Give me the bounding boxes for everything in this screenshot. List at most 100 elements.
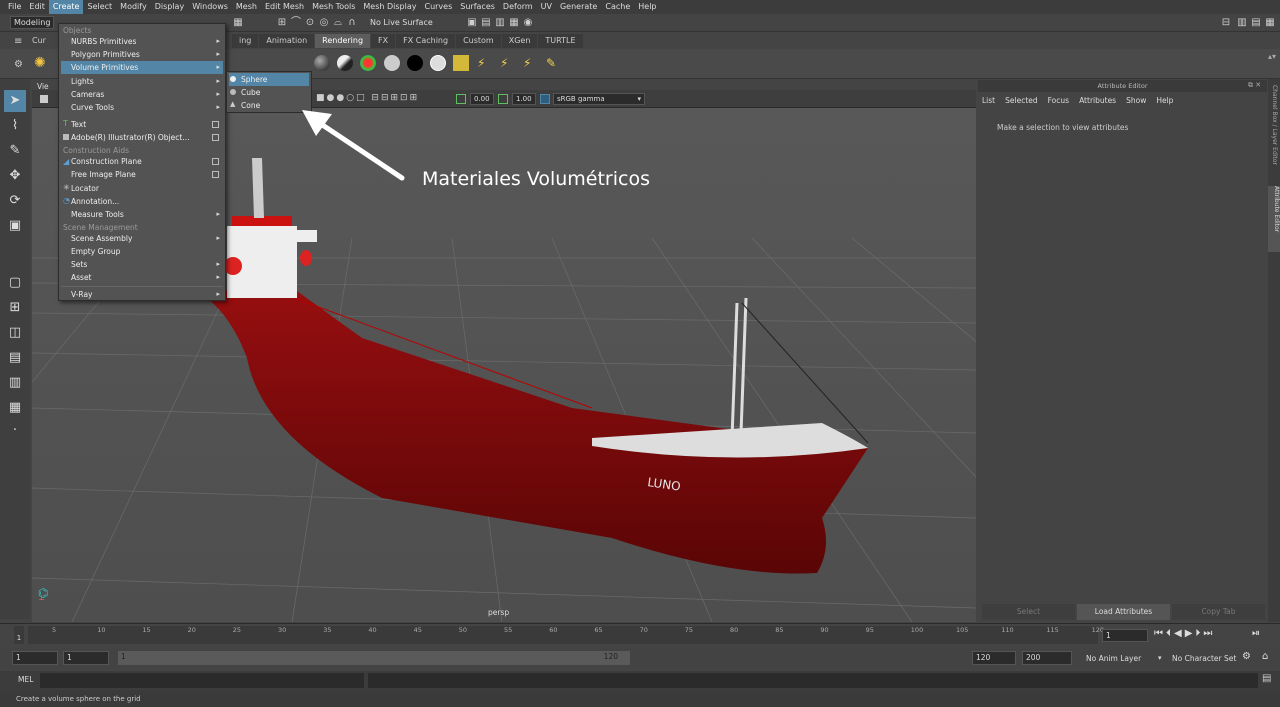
exposure-field[interactable]: 0.00	[470, 93, 494, 105]
menu-item-text[interactable]: Text	[71, 119, 86, 131]
shelf-options-icon[interactable]: ⚙	[14, 59, 23, 70]
load-attributes-button[interactable]: Load Attributes	[1077, 604, 1170, 620]
end-time-field[interactable]: 200	[1022, 651, 1072, 665]
hypershade-icon[interactable]: ◉	[522, 17, 534, 29]
color-space-dropdown[interactable]: sRGB gamma ▾	[553, 93, 645, 105]
layout-four-icon[interactable]: ⊞	[4, 297, 26, 319]
camera-icon[interactable]	[40, 95, 48, 103]
dropdown-arrow-icon[interactable]: ▾	[1158, 654, 1162, 662]
menu-deform[interactable]: Deform	[499, 0, 537, 14]
render-frame-icon[interactable]: ▣	[466, 17, 478, 29]
range-slider[interactable]: 1 120	[118, 651, 630, 665]
layout-more-icon[interactable]: ·	[4, 420, 26, 442]
snap-curve-icon[interactable]: ⌒	[290, 17, 302, 29]
shelf-tab-animation[interactable]: Animation	[259, 34, 315, 48]
shelf-tab-rendering[interactable]: Rendering	[315, 34, 371, 48]
menu-item-empty-group[interactable]: Empty Group	[71, 246, 120, 258]
material-black-icon[interactable]	[407, 55, 423, 71]
loop-icon[interactable]: ⏯	[1252, 628, 1260, 639]
attr-menu-focus[interactable]: Focus	[1048, 96, 1069, 105]
menu-item-volume[interactable]: Volume Primitives	[71, 62, 223, 74]
material-white-icon[interactable]	[384, 55, 400, 71]
channel-toggle-icon[interactable]: ▦	[1264, 17, 1276, 29]
light-link3-icon[interactable]: ⚡	[523, 55, 539, 71]
anim-layer-dropdown[interactable]: No Anim Layer	[1086, 654, 1141, 663]
material-glass-icon[interactable]	[337, 55, 353, 71]
lasso-tool-icon[interactable]: ⌇	[4, 115, 26, 137]
menu-cache[interactable]: Cache	[601, 0, 634, 14]
material-light-icon[interactable]	[430, 55, 446, 71]
move-tool-icon[interactable]: ✥	[4, 165, 26, 187]
snap-point-icon[interactable]: ⊙	[304, 17, 316, 29]
viewport-menu-view[interactable]: Vie	[37, 82, 49, 91]
menu-item-construction-plane[interactable]: Construction Plane	[71, 156, 142, 168]
texture-icon[interactable]	[453, 55, 469, 71]
layout-two-icon[interactable]: ◫	[4, 322, 26, 344]
color-mgmt-icon[interactable]	[540, 94, 550, 104]
material-color-icon[interactable]	[360, 55, 376, 71]
key-icon[interactable]: ⚙	[1242, 651, 1251, 662]
menu-item-asset[interactable]: Asset	[71, 272, 223, 284]
sun-light-icon[interactable]: ✺	[34, 55, 50, 71]
shelf-tab-xgen[interactable]: XGen	[501, 34, 538, 48]
start-time-field[interactable]: 1	[12, 651, 58, 665]
snap-grid-icon[interactable]: ⊞	[276, 17, 288, 29]
script-editor-icon[interactable]: ▤	[1262, 673, 1271, 684]
menu-surfaces[interactable]: Surfaces	[456, 0, 499, 14]
shelf-tab-fx[interactable]: FX	[371, 34, 396, 48]
menu-generate[interactable]: Generate	[556, 0, 601, 14]
menu-mesh[interactable]: Mesh	[232, 0, 261, 14]
exposure-icon[interactable]	[456, 94, 466, 104]
menu-item-cameras[interactable]: Cameras	[71, 89, 223, 101]
render-settings-icon[interactable]: ▦	[508, 17, 520, 29]
menu-item-nurbs[interactable]: NURBS Primitives	[71, 36, 223, 48]
time-start-marker[interactable]: 1	[14, 626, 24, 644]
menu-help[interactable]: Help	[634, 0, 660, 14]
menu-uv[interactable]: UV	[537, 0, 556, 14]
menu-item-scene-assembly[interactable]: Scene Assembly	[71, 233, 223, 245]
render-seq-icon[interactable]: ▤	[480, 17, 492, 29]
menu-select[interactable]: Select	[83, 0, 116, 14]
layout-single-icon[interactable]: ▢	[4, 272, 26, 294]
select-tool-icon[interactable]: ➤	[4, 90, 26, 112]
gamma-field[interactable]: 1.00	[512, 93, 536, 105]
menu-mesh-display[interactable]: Mesh Display	[359, 0, 420, 14]
live-surface-label[interactable]: No Live Surface	[366, 16, 452, 29]
submenu-item-sphere[interactable]: Sphere	[241, 74, 267, 86]
shelf-scroll-icon[interactable]: ▴▾	[1268, 52, 1276, 61]
tab-attribute-editor[interactable]: Attribute Editor	[1268, 186, 1280, 252]
prefs-icon[interactable]: ⌂	[1262, 651, 1268, 662]
shelf-tab-curves[interactable]: Cur	[32, 36, 46, 45]
attr-menu-show[interactable]: Show	[1126, 96, 1146, 105]
shelf-menu-icon[interactable]: ≡	[14, 36, 22, 47]
rotate-tool-icon[interactable]: ⟳	[4, 190, 26, 212]
menu-item-vray[interactable]: V-Ray	[71, 289, 223, 301]
character-set-dropdown[interactable]: No Character Set	[1172, 654, 1236, 663]
light-link2-icon[interactable]: ⚡	[500, 55, 516, 71]
menu-item-illustrator[interactable]: Adobe(R) Illustrator(R) Object...	[71, 132, 189, 144]
menu-item-free-image-plane[interactable]: Free Image Plane	[71, 169, 136, 181]
shelf-tab-fx-caching[interactable]: FX Caching	[396, 34, 456, 48]
snap-view-icon[interactable]: ◎	[318, 17, 330, 29]
layout-icon[interactable]: ▥	[1236, 17, 1248, 29]
panel-float-icon[interactable]: ⧉ ✕	[1248, 81, 1261, 90]
menu-windows[interactable]: Windows	[188, 0, 232, 14]
menu-set-dropdown[interactable]: Modeling	[10, 16, 54, 29]
option-box-icon[interactable]	[212, 134, 219, 141]
option-box-icon[interactable]	[212, 158, 219, 165]
layout-render-icon[interactable]: ▦	[4, 397, 26, 419]
menu-display[interactable]: Display	[151, 0, 189, 14]
menu-edit-mesh[interactable]: Edit Mesh	[261, 0, 308, 14]
attr-menu-selected[interactable]: Selected	[1005, 96, 1038, 105]
menu-modify[interactable]: Modify	[116, 0, 151, 14]
menu-item-lights[interactable]: Lights	[71, 76, 223, 88]
snap-surface-icon[interactable]: ⌓	[332, 17, 344, 29]
menu-item-annotation[interactable]: Annotation...	[71, 196, 119, 208]
menu-edit[interactable]: Edit	[25, 0, 49, 14]
menu-item-measure-tools[interactable]: Measure Tools	[71, 209, 223, 221]
menu-curves[interactable]: Curves	[420, 0, 456, 14]
menu-create[interactable]: Create	[48, 0, 84, 14]
attr-menu-help[interactable]: Help	[1156, 96, 1173, 105]
workspace-icon[interactable]: ⊟	[1220, 17, 1232, 29]
option-box-icon[interactable]	[212, 121, 219, 128]
